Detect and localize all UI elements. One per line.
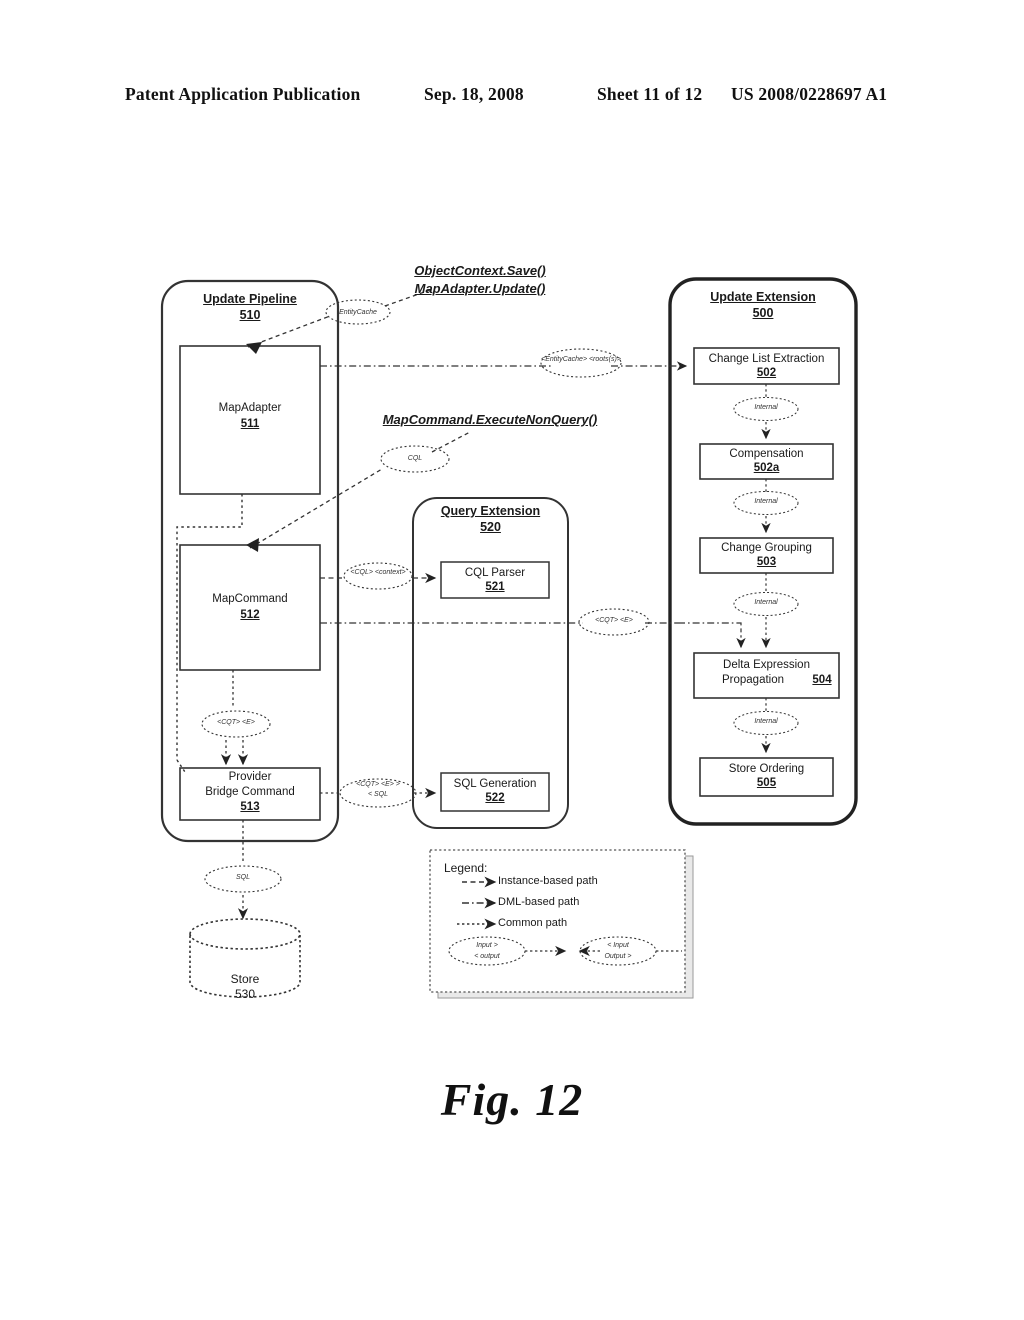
patent-page: Patent Application Publication Sep. 18, …	[0, 0, 1024, 1320]
box-number-delta-expression: 504	[812, 674, 832, 686]
callout-map-adapter-update: MapAdapter.Update()	[414, 281, 546, 296]
box-number-map-command: 512	[240, 609, 260, 621]
panel-title-update-extension: Update Extension	[710, 290, 816, 304]
legend-input-output-right-line1: < Input	[607, 942, 629, 949]
legend-item-dml-based-path: DML-based path	[498, 896, 580, 908]
panel-title-query-extension: Query Extension	[440, 504, 541, 518]
store-label: Store	[230, 972, 260, 986]
callout-map-command-execute-nonquery: MapCommand.ExecuteNonQuery()	[382, 412, 598, 427]
panel-number-update-pipeline: 510	[239, 308, 261, 322]
legend-title: Legend:	[444, 861, 488, 875]
box-label-compensation: Compensation	[729, 448, 804, 460]
box-label-change-grouping: Change Grouping	[721, 542, 812, 554]
box-label-provider-bridge-line2: Bridge Command	[205, 786, 295, 798]
box-number-change-grouping: 503	[756, 556, 777, 568]
pill-entity-cache-roots: <EntityCache> <roots(s)>	[541, 356, 621, 363]
legend-input-output-right-line2: Output >	[604, 953, 632, 960]
callout-object-context-save: ObjectContext.Save()	[414, 263, 546, 278]
box-number-change-list-extraction: 502	[756, 367, 777, 379]
pill-internal-4: Internal	[754, 718, 778, 725]
pill-cqt-e-sql-line1: <CQT> <E> >	[356, 781, 400, 788]
pill-cql-context: <CQL> <context>	[350, 569, 406, 576]
box-number-provider-bridge: 513	[240, 801, 260, 813]
box-number-store-ordering: 505	[756, 777, 777, 789]
panel-number-query-extension: 520	[480, 520, 501, 534]
legend-input-output-left-line1: Input >	[476, 942, 498, 949]
pill-internal-1: Internal	[754, 404, 778, 411]
box-label-map-adapter: MapAdapter	[218, 402, 282, 414]
legend-item-instance-based-path: Instance-based path	[498, 875, 598, 887]
box-number-compensation: 502a	[753, 462, 780, 474]
box-number-cql-parser: 521	[485, 581, 505, 593]
store-number: 530	[234, 987, 256, 1001]
pill-cqt-e-sql-line2: < SQL	[367, 791, 389, 798]
legend-input-output-left-line2: < output	[474, 953, 500, 960]
pill-cql: CQL	[407, 455, 423, 462]
box-label-cql-parser: CQL Parser	[464, 567, 526, 579]
panel-number-update-extension: 500	[752, 306, 774, 320]
box-label-sql-generation: SQL Generation	[453, 778, 537, 790]
box-label-delta-expression-line1: Delta Expression	[723, 659, 810, 671]
box-label-change-list-extraction: Change List Extraction	[708, 353, 825, 365]
box-number-sql-generation: 522	[485, 792, 505, 804]
box-label-delta-expression-line2: Propagation	[721, 674, 785, 686]
figure-caption: Fig. 12	[440, 1074, 584, 1125]
pill-sql: SQL	[235, 874, 250, 881]
pill-cqt-e-left: <CQT> <E>	[217, 719, 255, 726]
pill-entity-cache: EntityCache	[339, 309, 377, 316]
box-label-store-ordering: Store Ordering	[728, 763, 805, 775]
pill-internal-2: Internal	[754, 498, 778, 505]
pill-internal-3: Internal	[754, 599, 778, 606]
legend-item-common-path: Common path	[498, 917, 568, 929]
box-label-provider-bridge-line1: Provider	[228, 771, 272, 783]
panel-title-update-pipeline: Update Pipeline	[203, 292, 297, 306]
pill-cqt-e-mid: <CQT> <E>	[595, 617, 633, 624]
box-number-map-adapter: 511	[240, 418, 260, 430]
box-label-map-command: MapCommand	[212, 593, 288, 605]
